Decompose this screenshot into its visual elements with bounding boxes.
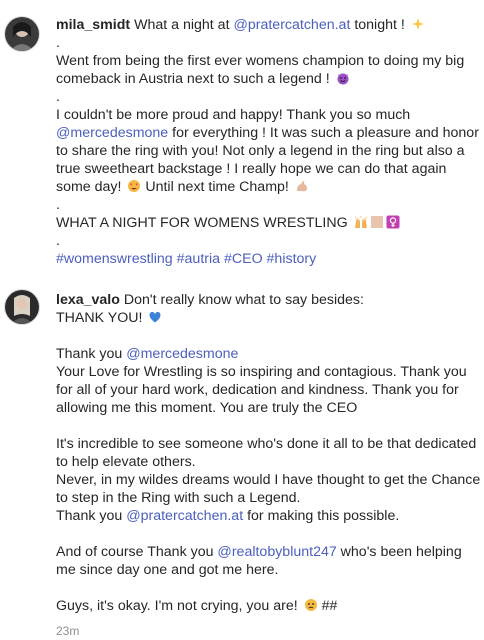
comment-line: @mercedesmone for everything ! It was su… [56,124,480,142]
comment-line: And of course Thank you @realtobyblunt24… [56,543,480,561]
comment-text: . [56,89,60,105]
flexed-biceps-icon [295,179,309,193]
comment-text: to step in the Ring with such a Legend. [56,490,301,506]
comment-line: to step in the Ring with such a Legend. [56,489,480,507]
teary-face-icon [304,598,318,612]
comment-text: ## [317,598,338,614]
mention-link[interactable]: @pratercatchen.at [126,508,243,524]
comment-text: tonight ! [350,17,409,33]
comment-text: some day! [56,179,126,195]
comment-text: WHAT A NIGHT FOR WOMENS WRESTLING [56,215,352,231]
mention-link[interactable]: @pratercatchen.at [233,17,350,33]
comment-line: to share the ring with you! Not only a l… [56,142,480,160]
comment-line: Your Love for Wrestling is so inspiring … [56,363,480,381]
username-link[interactable]: mila_smidt [56,17,130,33]
avatar-lexa-valo[interactable] [5,290,39,324]
comment-text: . [56,35,60,51]
comment-line: for all of your hard work, dedication an… [56,381,480,399]
mention-link[interactable]: @realtobyblunt247 [217,544,336,560]
comment-line: Thank you @pratercatchen.at for making t… [56,507,480,525]
comment-body-mila-smidt: mila_smidt What a night at @pratercatche… [56,16,480,268]
comment-line: comeback in Austria next to such a legen… [56,70,480,88]
mention-link[interactable]: @mercedesmone [126,346,238,362]
comment-text: true sweetheart backstage ! I really hop… [56,161,447,177]
comment-line: THANK YOU! [56,309,480,327]
comment-line: . [56,88,480,106]
comment-line: Guys, it's okay. I'm not crying, you are… [56,597,480,615]
comment-text: . [56,233,60,249]
comment-text: Until next time Champ! [141,179,293,195]
comment-text: Went from being the first ever womens ch… [56,53,465,69]
comment-line: I couldn't be more proud and happy! Than… [56,106,480,124]
heart-eyes-icon [127,179,141,193]
mention-link[interactable]: @mercedesmone [56,125,168,141]
avatar-mila-smidt[interactable] [5,17,39,51]
comment-text: comeback in Austria next to such a legen… [56,71,334,87]
comment-line: some day! Until next time Champ! [56,178,480,196]
comment-text: THANK YOU! [56,310,147,326]
comment-body-lexa-valo: lexa_valo Don't really know what to say … [56,291,480,615]
comment-line: lexa_valo Don't really know what to say … [56,291,480,309]
comment-text: What a night at [134,17,234,33]
comment-line: Thank you @mercedesmone [56,345,480,363]
comment-line: It's incredible to see someone who's don… [56,435,480,453]
comment-line: Went from being the first ever womens ch… [56,52,480,70]
sparkles-icon [411,17,425,31]
comment-text: for all of your hard work, dedication an… [56,382,459,398]
comment-text: to help elevate others. [56,454,196,470]
comment-line: WHAT A NIGHT FOR WOMENS WRESTLING [56,214,480,232]
comment-line: . [56,232,480,250]
female-sign-icon [386,215,400,229]
comment-line: . [56,34,480,52]
comment-text: Your Love for Wrestling is so inspiring … [56,364,467,380]
comment-text: Guys, it's okay. I'm not crying, you are… [56,598,302,614]
hashtag-links[interactable]: #womenswrestling #autria #CEO #history [56,251,316,267]
comment-text: to share the ring with you! Not only a l… [56,143,465,159]
comment-text: who's been helping [336,544,462,560]
comment-text: I couldn't be more proud and happy! Than… [56,107,411,123]
comment-text: And of course Thank you [56,544,218,560]
comment-line: me since day one and got me here. [56,561,480,579]
comment-text: It's incredible to see someone who's don… [56,436,477,452]
comment-text: Never, in my wildes dreams would I have … [56,472,481,488]
comment-line: . [56,196,480,214]
smiling-devil-icon [336,71,350,85]
skin-tone-icon [370,215,384,229]
comment-line: to help elevate others. [56,453,480,471]
comment-text: Thank you [56,346,127,362]
comment-line: true sweetheart backstage ! I really hop… [56,160,480,178]
comment-line: #womenswrestling #autria #CEO #history [56,250,480,268]
comment-text: for making this possible. [243,508,400,524]
raising-hands-icon [354,215,368,229]
comment-text: Thank you [56,508,127,524]
username-link[interactable]: lexa_valo [56,292,120,308]
comment-text: me since day one and got me here. [56,562,279,578]
comment-text: . [56,197,60,213]
comment-text: Don't really know what to say besides: [123,292,364,308]
comment-line: allowing me this moment. You are truly t… [56,399,480,417]
comment-text: for everything ! It was such a pleasure … [168,125,479,141]
comment-line: Never, in my wildes dreams would I have … [56,471,480,489]
comment-timestamp: 23m [56,624,80,638]
blue-heart-icon [148,310,162,324]
comment-text: allowing me this moment. You are truly t… [56,400,358,416]
comment-line: mila_smidt What a night at @pratercatche… [56,16,480,34]
